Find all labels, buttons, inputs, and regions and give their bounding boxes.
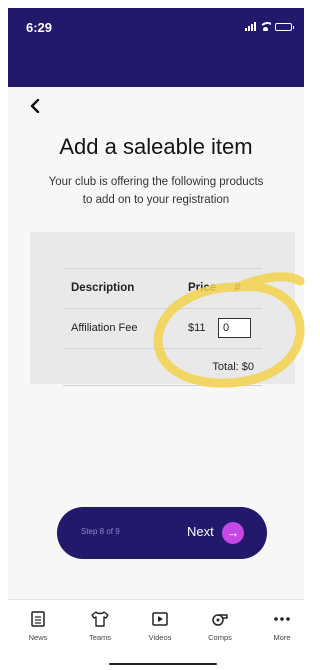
column-header-description: Description [71, 282, 135, 294]
chevron-left-icon [30, 98, 40, 114]
status-icons [245, 22, 294, 31]
home-indicator [109, 663, 217, 665]
shirt-icon [76, 610, 124, 628]
whistle-icon [196, 610, 244, 628]
next-step-bar: Step 8 of 9 Next → [57, 507, 267, 559]
column-header-price: Price [188, 282, 217, 294]
tab-label: Teams [88, 633, 112, 642]
page-subtitle: Your club is offering the following prod… [48, 176, 264, 206]
total-amount: Total: $0 [212, 361, 254, 373]
news-icon [14, 610, 62, 628]
status-time: 6:29 [26, 20, 53, 35]
item-price: $11 [188, 322, 206, 334]
arrow-right-icon[interactable]: → [222, 522, 244, 544]
table-header-row: Description Price # [63, 268, 262, 308]
battery-icon [275, 22, 294, 31]
tab-comps[interactable]: Comps [196, 610, 244, 642]
table-row: Affiliation Fee $11 [63, 308, 262, 348]
video-icon [136, 610, 184, 628]
back-button[interactable] [30, 97, 40, 117]
tab-more[interactable]: More [258, 610, 306, 642]
items-table-card: Description Price # Affiliation Fee $11 … [30, 232, 295, 386]
items-table: Description Price # Affiliation Fee $11 … [63, 268, 262, 386]
signal-icon [245, 22, 256, 31]
column-header-quantity: # [234, 282, 241, 294]
tab-label: Comps [208, 633, 232, 642]
status-bar: 6:29 [8, 8, 304, 87]
quantity-input[interactable] [218, 318, 251, 338]
tab-videos[interactable]: Videos [136, 610, 184, 642]
tab-news[interactable]: News [14, 610, 62, 642]
tab-label: News [28, 633, 48, 642]
tab-label: More [273, 633, 291, 642]
tab-label: Videos [148, 633, 172, 642]
page-title: Add a saleable item [59, 134, 253, 159]
more-icon [258, 610, 306, 628]
next-button[interactable]: Next [187, 524, 214, 539]
table-total-row: Total: $0 [63, 348, 262, 386]
main-content: Add a saleable item Your club is offerin… [8, 87, 305, 599]
step-indicator: Step 8 of 9 [81, 527, 120, 536]
bottom-tab-bar: News Teams Videos Comps More [8, 599, 304, 645]
item-description: Affiliation Fee [71, 322, 138, 334]
tab-teams[interactable]: Teams [76, 610, 124, 642]
wifi-icon [260, 22, 271, 31]
